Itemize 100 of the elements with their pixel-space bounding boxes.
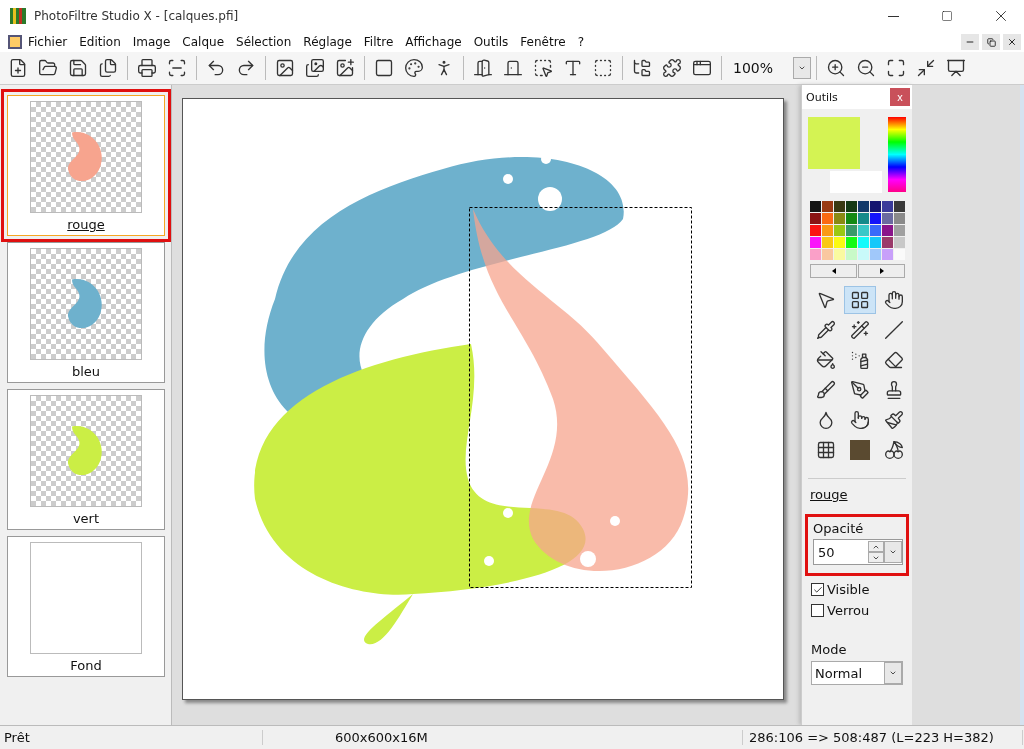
opacity-field[interactable]: 50 — [813, 539, 903, 565]
palette-swatch[interactable] — [858, 201, 869, 212]
palette-swatch[interactable] — [858, 213, 869, 224]
palette-swatch[interactable] — [810, 213, 821, 224]
palette-swatch[interactable] — [882, 237, 893, 248]
palette-swatch[interactable] — [822, 201, 833, 212]
menu-item[interactable]: Calque — [176, 35, 230, 49]
palette-swatch[interactable] — [870, 201, 881, 212]
palette-swatch[interactable] — [822, 249, 833, 260]
menu-item[interactable]: Outils — [467, 35, 515, 49]
line-icon — [884, 320, 904, 340]
menu-item[interactable]: Image — [126, 35, 177, 49]
palette-swatch[interactable] — [846, 225, 857, 236]
coordinates-text: 286:106 => 508:487 (L=223 H=382) — [743, 730, 1023, 745]
palette-swatch[interactable] — [894, 213, 905, 224]
palette-swatch[interactable] — [810, 225, 821, 236]
zoom-dropdown[interactable]: 100% — [727, 57, 811, 79]
color-spectrum[interactable] — [888, 117, 906, 192]
palette-swatch[interactable] — [834, 201, 845, 212]
zoom-out-icon — [856, 58, 876, 78]
palette-swatch[interactable] — [894, 237, 905, 248]
palette-swatch[interactable] — [810, 237, 821, 248]
close-button[interactable]: x — [890, 88, 910, 106]
increment-button[interactable] — [868, 541, 884, 552]
palette-swatch[interactable] — [834, 213, 845, 224]
redo-icon — [236, 58, 256, 78]
image-size-text: 600x600x16M — [263, 730, 743, 745]
palette-swatch[interactable] — [810, 249, 821, 260]
layer-thumbnail[interactable]: bleu — [7, 242, 165, 383]
palette-swatch[interactable] — [858, 237, 869, 248]
palette-swatch[interactable] — [846, 213, 857, 224]
checkbox-option[interactable]: Visible — [811, 582, 912, 597]
palette-swatch[interactable] — [870, 225, 881, 236]
palette-next-button[interactable] — [858, 264, 905, 278]
palette-swatch[interactable] — [894, 201, 905, 212]
layer-thumbnail[interactable]: vert — [7, 389, 165, 530]
checkbox[interactable] — [811, 604, 824, 617]
fruit-icon — [884, 440, 904, 460]
status-text: Prêt — [0, 730, 263, 745]
folder-tree-icon — [632, 58, 652, 78]
palette-swatch[interactable] — [846, 237, 857, 248]
palette-swatch[interactable] — [834, 237, 845, 248]
close-button[interactable] — [1003, 34, 1021, 50]
palette-previous-button[interactable] — [810, 264, 857, 278]
palette-swatch[interactable] — [870, 213, 881, 224]
undo-icon — [206, 58, 226, 78]
app-icon — [10, 8, 26, 24]
fit-icon — [886, 58, 906, 78]
palette-swatch[interactable] — [846, 201, 857, 212]
menu-item[interactable]: Réglage — [297, 35, 358, 49]
palette-swatch[interactable] — [834, 225, 845, 236]
dropdown-button[interactable] — [793, 57, 811, 79]
grid-icon — [816, 440, 836, 460]
palette-swatch[interactable] — [810, 201, 821, 212]
palette-swatch[interactable] — [882, 249, 893, 260]
pen-icon — [850, 380, 870, 400]
mode-dropdown[interactable]: Normal — [811, 661, 903, 685]
foreground-color-swatch[interactable] — [808, 117, 860, 169]
layer-link[interactable]: rouge — [802, 487, 912, 502]
layer-thumbnail[interactable]: rouge — [7, 95, 165, 236]
dropdown-button[interactable] — [884, 541, 902, 563]
palette-swatch[interactable] — [870, 237, 881, 248]
palette-swatch[interactable] — [822, 225, 833, 236]
palette-swatch[interactable] — [834, 249, 845, 260]
palette-swatch[interactable] — [882, 201, 893, 212]
checkbox[interactable] — [811, 583, 824, 596]
palette-swatch[interactable] — [858, 249, 869, 260]
menu-item[interactable]: Edition — [73, 35, 127, 49]
new-file-icon — [8, 58, 28, 78]
menu-item[interactable]: Sélection — [230, 35, 298, 49]
palette-swatch[interactable] — [846, 249, 857, 260]
right-arrow-icon — [879, 268, 884, 274]
palette-swatch[interactable] — [870, 249, 881, 260]
finger-icon — [850, 410, 870, 430]
files-icon — [98, 58, 118, 78]
palette-swatch[interactable] — [894, 249, 905, 260]
minimize-button[interactable] — [961, 34, 979, 50]
close-icon — [1007, 37, 1017, 47]
layer-thumbnail[interactable]: Fond — [7, 536, 165, 677]
dropdown-button[interactable] — [884, 662, 902, 684]
menu-item[interactable]: ? — [571, 35, 591, 49]
tool-button[interactable] — [844, 286, 876, 314]
palette-swatch[interactable] — [822, 237, 833, 248]
palette-swatch[interactable] — [822, 213, 833, 224]
decrement-button[interactable] — [868, 552, 884, 563]
palette-swatch[interactable] — [882, 225, 893, 236]
actual-size-icon — [916, 58, 936, 78]
layer-manager-icon — [850, 290, 870, 310]
menu-item[interactable]: Affichage — [399, 35, 468, 49]
restore-button[interactable] — [982, 34, 1000, 50]
menu-item[interactable]: Fichier — [22, 35, 74, 49]
menu-item[interactable]: Filtre — [357, 35, 400, 49]
checkbox-option[interactable]: Verrou — [811, 603, 912, 618]
palette-swatch[interactable] — [858, 225, 869, 236]
transform-icon — [593, 58, 613, 78]
maximize-icon — [941, 10, 953, 22]
text-icon — [563, 58, 583, 78]
menu-item[interactable]: Fenêtre — [514, 35, 572, 49]
palette-swatch[interactable] — [894, 225, 905, 236]
palette-swatch[interactable] — [882, 213, 893, 224]
